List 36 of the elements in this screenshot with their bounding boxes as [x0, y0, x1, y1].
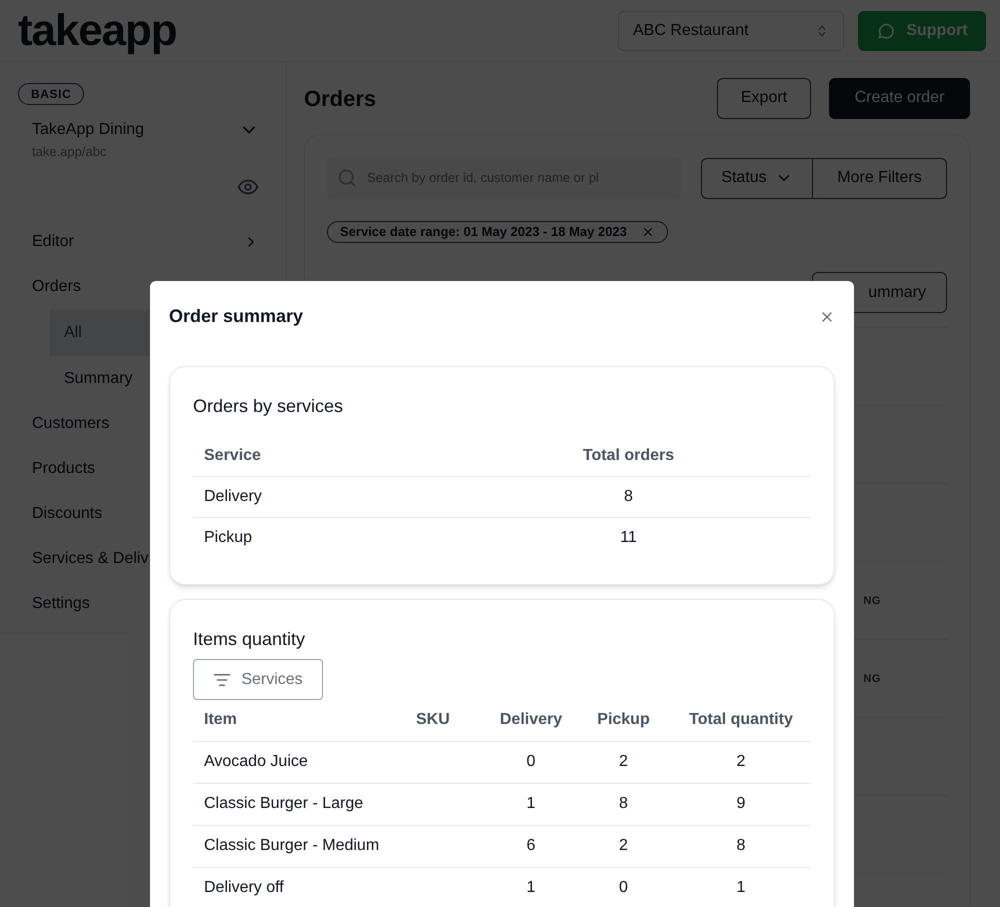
- card-title: Items quantity: [193, 628, 306, 651]
- table-cell: 2: [576, 825, 671, 867]
- table-cell: 8: [671, 825, 811, 867]
- column-header: Item: [193, 700, 416, 741]
- services-filter-button[interactable]: Services: [193, 659, 323, 700]
- store-name: TakeApp Dining: [32, 120, 144, 140]
- table-cell: 1: [671, 867, 811, 907]
- logo: takeapp: [18, 8, 177, 52]
- table-cell: Classic Burger - Medium: [193, 825, 416, 867]
- column-header: Total quantity: [671, 700, 811, 741]
- dialog-title: Order summary: [169, 305, 304, 328]
- table-cell: Pickup: [193, 517, 446, 558]
- table-cell: 1: [486, 867, 576, 907]
- page-title: Orders: [304, 84, 376, 112]
- table-cell: 1: [486, 783, 576, 825]
- column-header: SKU: [416, 700, 486, 741]
- table-cell: Avocado Juice: [193, 741, 416, 783]
- status-label: NG: [863, 594, 881, 608]
- column-header: Delivery: [486, 700, 576, 741]
- table-cell: 2: [576, 741, 671, 783]
- table-cell: Delivery: [193, 476, 446, 517]
- column-header: Pickup: [576, 700, 671, 741]
- table-cell: Delivery off: [193, 867, 416, 907]
- table-cell: 11: [446, 517, 811, 558]
- table-cell: 9: [671, 783, 811, 825]
- table-cell: 8: [576, 783, 671, 825]
- card-title: Orders by services: [193, 395, 344, 418]
- status-label: NG: [863, 672, 881, 686]
- table-cell: 2: [671, 741, 811, 783]
- column-header: Total orders: [446, 436, 811, 476]
- table-cell: 0: [576, 867, 671, 907]
- table-cell: Classic Burger - Large: [193, 783, 416, 825]
- column-header: Service: [193, 436, 446, 476]
- table-cell: 6: [486, 825, 576, 867]
- table-cell: 0: [486, 741, 576, 783]
- table-cell: 8: [446, 476, 811, 517]
